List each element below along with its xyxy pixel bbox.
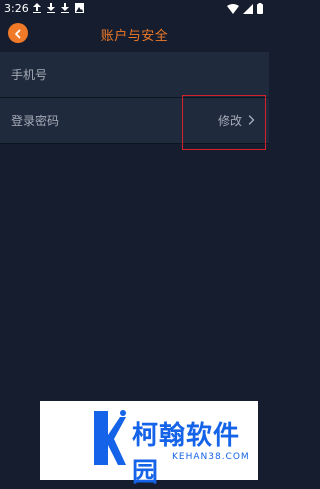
kehan-logo-icon [90, 407, 128, 477]
notification-icons [33, 3, 84, 13]
modify-password-button[interactable]: 修改 [218, 112, 255, 129]
password-label: 登录密码 [11, 114, 60, 128]
modify-label: 修改 [217, 114, 242, 128]
status-right [227, 3, 263, 17]
watermark: 柯翰软件园 KEHAN38.COM [40, 401, 258, 488]
signal-icon [243, 3, 253, 17]
image-icon [75, 3, 84, 13]
battery-icon [257, 3, 263, 17]
page-title: 账户与安全 [100, 29, 169, 44]
settings-list: 手机号 登录密码 修改 [0, 52, 269, 144]
phone-row[interactable]: 手机号 [0, 52, 269, 98]
status-bar: 3:26 [0, 0, 269, 18]
chevron-right-icon [248, 114, 255, 128]
download-icon [61, 3, 69, 13]
download-icon [47, 3, 55, 13]
status-time: 3:26 [4, 2, 29, 15]
phone-label: 手机号 [11, 68, 48, 82]
watermark-domain: KEHAN38.COM [172, 452, 250, 462]
upload-icon [33, 3, 41, 13]
password-row[interactable]: 登录密码 修改 [0, 98, 269, 144]
wifi-icon [227, 3, 239, 17]
header: 账户与安全 [0, 18, 269, 52]
